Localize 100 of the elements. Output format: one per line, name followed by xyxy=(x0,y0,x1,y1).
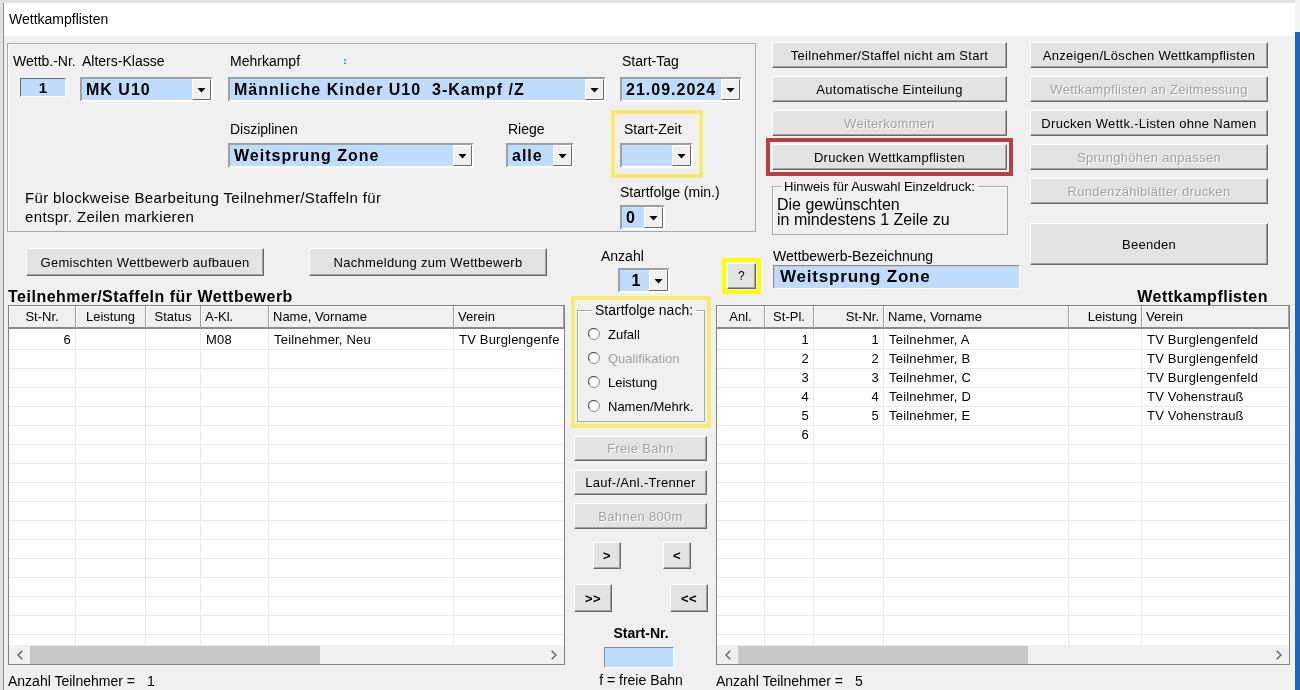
instruction-text: Für blockweise Bearbeitung Teilnehmer/Staffeln für entspr. Zeilen markieren xyxy=(25,188,383,227)
table-cell-text: 1 xyxy=(800,331,810,349)
start-day-dropdown[interactable]: 21.09.2024 xyxy=(620,77,742,102)
age-class-dropdown[interactable]: MK U10 xyxy=(80,77,213,102)
column-header: Leistung xyxy=(1069,306,1142,329)
column-header: St-Pl. xyxy=(765,306,814,329)
action-button[interactable]: Lauf-/Anl.-Trenner xyxy=(574,470,707,495)
column-header: Name, Vorname xyxy=(269,306,454,329)
table-cell-text: Teilnehmer, Neu xyxy=(273,331,372,349)
table-cell-text: 2 xyxy=(870,350,880,368)
number-field[interactable]: 1 xyxy=(20,78,66,97)
section-title: Wettkampflisten xyxy=(1137,289,1268,305)
table-cell-text: Teilnehmer, D xyxy=(888,388,973,406)
move-button[interactable]: < xyxy=(663,542,691,569)
action-button[interactable]: Automatische Einteilung xyxy=(772,76,1007,102)
table-cell-text: 4 xyxy=(870,388,880,406)
caret-icon[interactable] xyxy=(672,145,691,166)
table-cell-text: M08 xyxy=(205,331,233,349)
action-button[interactable]: Gemischten Wettbewerb aufbauen xyxy=(26,248,264,276)
field-label: Disziplinen xyxy=(229,121,298,137)
group-title: Hinweis für Auswahl Einzeldruck: xyxy=(783,180,976,194)
count-dropdown[interactable]: 1 xyxy=(618,268,670,293)
column-header: St-Nr. xyxy=(9,306,76,329)
table-cell-text: 3 xyxy=(800,369,810,387)
exit-button[interactable]: Beenden xyxy=(1030,223,1268,265)
caret-icon[interactable] xyxy=(553,145,572,166)
column-header: Status xyxy=(146,306,201,329)
start-interval-dropdown[interactable]: 0 xyxy=(620,205,665,230)
squad-dropdown[interactable]: alle xyxy=(506,143,574,168)
horizontal-scrollbar[interactable] xyxy=(717,645,1289,664)
scrollbar-thumb[interactable] xyxy=(30,645,320,664)
start-number-field[interactable] xyxy=(604,647,674,668)
caret-icon[interactable] xyxy=(644,207,663,228)
table-cell-text: 5 xyxy=(800,407,810,425)
start-time-dropdown[interactable] xyxy=(620,143,693,168)
field-label: Anzahl xyxy=(601,248,644,264)
radio-option[interactable]: Namen/Mehrk. xyxy=(588,394,704,418)
table-cell-text: TV Burglengenfeld xyxy=(1146,350,1260,368)
window-title: Wettkampflisten xyxy=(9,11,109,28)
caret-icon[interactable] xyxy=(192,79,211,100)
table-cell-text: Teilnehmer, E xyxy=(888,407,972,425)
field-label: Startfolge (min.) xyxy=(620,184,720,200)
field-label: Wettbewerb-Bezeichnung xyxy=(772,248,934,264)
table-cell-text: 1 xyxy=(870,331,880,349)
scroll-right-icon[interactable] xyxy=(551,649,557,660)
section-title: Teilnehmer/Staffeln für Wettbewerb xyxy=(8,289,294,305)
dots-icon xyxy=(344,58,347,64)
discipline-dropdown[interactable]: Weitsprung Zone xyxy=(228,143,474,168)
scroll-left-icon[interactable] xyxy=(725,649,731,660)
field-label: Start-Tag xyxy=(621,53,679,69)
action-button[interactable]: Drucken Wettk.-Listen ohne Namen xyxy=(1030,110,1268,136)
group-title: Startfolge nach: xyxy=(594,302,695,318)
table-cell-text: TV Burglengenfeld xyxy=(1146,369,1260,387)
table-cell-text: 4 xyxy=(800,388,810,406)
table-cell-text: 3 xyxy=(870,369,880,387)
caret-icon[interactable] xyxy=(721,79,740,100)
move-button[interactable]: >> xyxy=(574,584,612,612)
radio-icon[interactable] xyxy=(588,328,600,340)
legend-text: f = freie Bahn xyxy=(599,672,683,688)
column-header: Anl. xyxy=(717,306,765,329)
table-cell-text: TV Vohenstrauß xyxy=(1146,407,1245,425)
column-header: St-Nr. xyxy=(814,306,884,329)
help-button[interactable]: ? xyxy=(727,263,756,289)
count-label: Anzahl Teilnehmer = xyxy=(8,673,135,689)
table-cell-text: Teilnehmer, C xyxy=(888,369,973,387)
move-button[interactable]: << xyxy=(670,584,708,612)
scrollbar-thumb[interactable] xyxy=(738,645,1028,664)
field-label: Wettb.-Nr. xyxy=(13,53,76,69)
radio-icon[interactable] xyxy=(588,376,600,388)
column-header: Leistung xyxy=(76,306,146,329)
table-cell-text: TV Vohenstrauß xyxy=(1146,388,1245,406)
caret-icon[interactable] xyxy=(649,270,668,291)
combined-event-dropdown[interactable]: Männliche Kinder U10 3-Kampf /Z xyxy=(228,77,606,102)
field-label: Start-Zeit xyxy=(623,121,683,137)
scroll-left-icon[interactable] xyxy=(17,649,23,660)
column-header: A-Kl. xyxy=(201,306,269,329)
field-label: Start-Nr. xyxy=(613,625,669,641)
hint-text: Die gewünschten in mindestens 1 Zeile zu xyxy=(777,197,951,227)
action-button[interactable]: Drucken Wettkampflisten xyxy=(772,144,1007,170)
count-value: 5 xyxy=(855,673,863,689)
caret-icon[interactable] xyxy=(453,145,472,166)
radio-option[interactable]: Zufall xyxy=(588,322,704,346)
radio-option[interactable]: Leistung xyxy=(588,370,704,394)
table-cell-text: TV Burglengenfeld xyxy=(1146,331,1260,349)
move-button[interactable]: > xyxy=(593,542,621,569)
action-button[interactable]: Anzeigen/Löschen Wettkampflisten xyxy=(1030,42,1268,68)
column-header: Verein xyxy=(1142,306,1289,329)
table-cell-text: 2 xyxy=(800,350,810,368)
horizontal-scrollbar[interactable] xyxy=(9,645,564,664)
table-cell-text: 6 xyxy=(62,331,72,349)
field-label: Alters-Klasse xyxy=(81,53,165,69)
table-cell-text: 6 xyxy=(800,426,810,444)
radio-icon[interactable] xyxy=(588,400,600,412)
caret-icon[interactable] xyxy=(585,79,604,100)
action-button[interactable]: Teilnehmer/Staffel nicht am Start xyxy=(772,42,1007,68)
scroll-right-icon[interactable] xyxy=(1276,649,1282,660)
competition-name-field[interactable]: Weitsprung Zone xyxy=(773,265,1020,289)
field-label: Mehrkampf xyxy=(230,53,301,69)
action-button[interactable]: Nachmeldung zum Wettbewerb xyxy=(309,248,547,276)
table-cell-text: 5 xyxy=(870,407,880,425)
